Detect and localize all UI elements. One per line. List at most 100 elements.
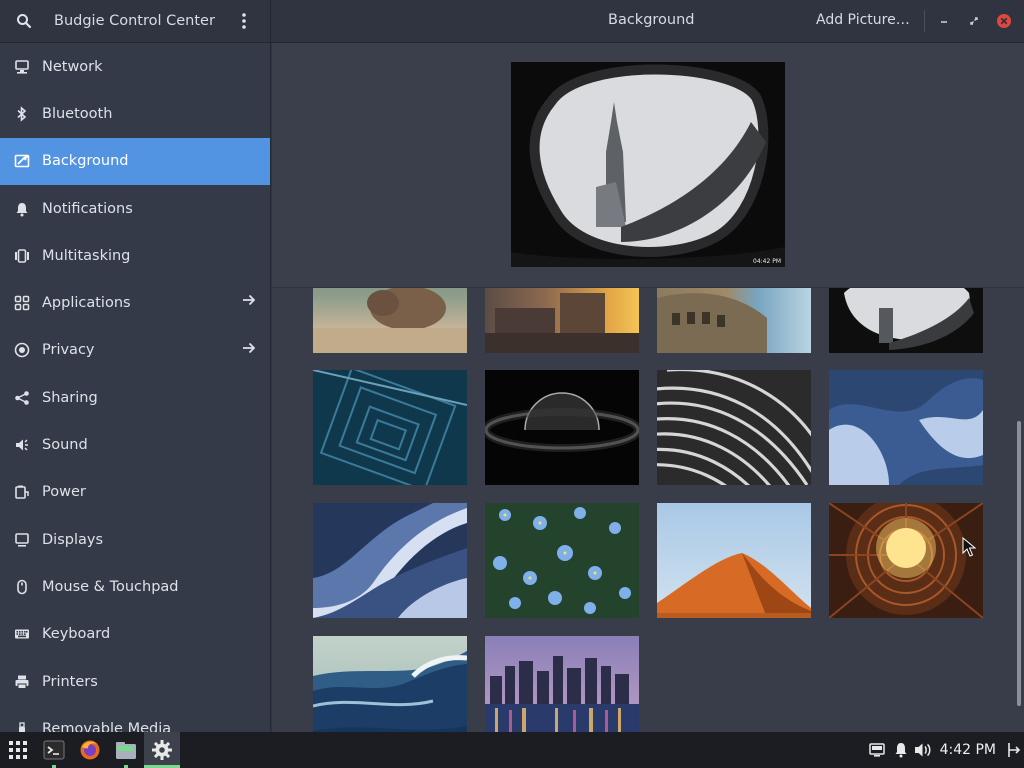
sidebar-item-label: Notifications xyxy=(42,200,133,217)
restore-button[interactable] xyxy=(962,9,986,33)
tray-power[interactable] xyxy=(1004,732,1024,768)
sidebar-item-mouse-touchpad[interactable]: Mouse & Touchpad xyxy=(0,563,270,610)
sidebar-item-label: Network xyxy=(42,58,103,75)
firefox-icon xyxy=(80,740,100,760)
network-icon xyxy=(12,57,32,77)
sidebar-item-label: Background xyxy=(42,153,129,170)
sidebar-item-applications[interactable]: Applications xyxy=(0,279,270,326)
display-icon xyxy=(12,530,32,550)
keyboard-icon xyxy=(12,624,32,644)
kebab-menu-icon xyxy=(242,13,246,29)
tray-notifications[interactable] xyxy=(890,732,912,768)
notification-bell-icon xyxy=(895,743,907,758)
files-icon xyxy=(116,742,136,759)
wallpaper-city-sunset[interactable] xyxy=(485,288,639,353)
app-grid-icon xyxy=(9,741,27,759)
share-icon xyxy=(12,388,32,408)
close-icon xyxy=(997,14,1011,28)
settings-icon xyxy=(152,740,172,760)
wallpaper-blue-flowers[interactable] xyxy=(485,503,639,618)
bell-icon xyxy=(12,199,32,219)
background-icon xyxy=(12,151,32,171)
wallpaper-blue-stairs[interactable] xyxy=(313,370,467,485)
taskbar: 4:42 PM xyxy=(0,732,1024,768)
header-bar: Budgie Control Center Background Add Pic… xyxy=(0,0,1024,43)
terminal-icon xyxy=(43,740,65,760)
preview-clock: 04:42 PM xyxy=(753,258,781,265)
wallpaper-blue-abstract-waves[interactable] xyxy=(829,370,983,485)
sidebar-item-multitasking[interactable]: Multitasking xyxy=(0,232,270,279)
tray-monitor[interactable] xyxy=(864,732,890,768)
minimize-icon xyxy=(941,21,947,23)
search-button[interactable] xyxy=(6,0,42,42)
sidebar-item-printers[interactable]: Printers xyxy=(0,658,270,705)
wallpaper-city-skyline-night[interactable] xyxy=(485,636,639,732)
sidebar-item-sharing[interactable]: Sharing xyxy=(0,374,270,421)
sidebar-item-displays[interactable]: Displays xyxy=(0,516,270,563)
sidebar-item-label: Bluetooth xyxy=(42,105,113,122)
sidebar-item-background[interactable]: Background xyxy=(0,137,270,185)
arrow-right-icon xyxy=(242,293,256,311)
sidebar-item-removable-media[interactable]: Removable Media xyxy=(0,705,270,732)
app-menu-button[interactable] xyxy=(0,732,36,768)
wallpaper-grid xyxy=(272,288,1024,732)
taskbar-settings[interactable] xyxy=(144,732,180,768)
arrow-right-icon xyxy=(242,341,256,359)
wallpaper-orange-dune[interactable] xyxy=(657,503,811,618)
app-title: Budgie Control Center xyxy=(54,13,215,29)
page-title: Background xyxy=(608,12,695,28)
header-separator xyxy=(924,10,925,32)
search-icon xyxy=(17,14,32,29)
usb-icon xyxy=(12,719,32,732)
speaker-icon xyxy=(12,435,32,455)
printer-icon xyxy=(12,672,32,692)
system-tray: 4:42 PM xyxy=(864,732,1024,768)
add-picture-button[interactable]: Add Picture… xyxy=(816,12,910,28)
sidebar-item-label: Mouse & Touchpad xyxy=(42,578,179,595)
scrollbar[interactable] xyxy=(1017,421,1021,706)
sidebar-item-privacy[interactable]: Privacy xyxy=(0,327,270,374)
mouse-cursor-icon xyxy=(962,536,977,561)
tray-volume[interactable] xyxy=(912,732,934,768)
sidebar-item-keyboard[interactable]: Keyboard xyxy=(0,611,270,658)
volume-icon xyxy=(914,743,931,757)
wallpaper-colosseum[interactable] xyxy=(657,288,811,353)
wallpaper-capybara[interactable] xyxy=(313,288,467,353)
sidebar-item-label: Removable Media xyxy=(42,720,172,732)
wallpaper-round-building-sun[interactable] xyxy=(829,503,983,618)
sidebar-item-sound[interactable]: Sound xyxy=(0,421,270,468)
sidebar-item-power[interactable]: Power xyxy=(0,469,270,516)
mouse-icon xyxy=(12,577,32,597)
wallpaper-ocean-wave[interactable] xyxy=(313,636,467,732)
clock[interactable]: 4:42 PM xyxy=(940,742,996,758)
bluetooth-icon xyxy=(12,104,32,124)
wallpaper-curved-building[interactable] xyxy=(657,370,811,485)
restore-icon xyxy=(970,17,978,25)
close-button[interactable] xyxy=(992,9,1016,33)
sidebar-item-label: Displays xyxy=(42,531,104,548)
preview-area: 04:42 PM xyxy=(272,43,1024,288)
wallpaper-tower-arch[interactable] xyxy=(829,288,983,353)
power-icon xyxy=(12,482,32,502)
sidebar-item-label: Applications xyxy=(42,295,131,312)
sidebar-item-label: Printers xyxy=(42,673,98,690)
sidebar: Network Bluetooth Background Notificatio… xyxy=(0,43,271,732)
taskbar-files[interactable] xyxy=(108,732,144,768)
sidebar-item-bluetooth[interactable]: Bluetooth xyxy=(0,90,270,137)
main-menu-button[interactable] xyxy=(226,0,262,42)
sidebar-item-network[interactable]: Network xyxy=(0,43,270,90)
multitasking-icon xyxy=(12,246,32,266)
wallpaper-blue-stripes[interactable] xyxy=(313,503,467,618)
sidebar-item-label: Sharing xyxy=(42,389,98,406)
wallpaper-eclipse-planet[interactable] xyxy=(485,370,639,485)
sidebar-item-label: Multitasking xyxy=(42,247,131,264)
grid-icon xyxy=(12,293,32,313)
taskbar-firefox[interactable] xyxy=(72,732,108,768)
sidebar-item-label: Sound xyxy=(42,437,88,454)
background-panel: 04:42 PM xyxy=(272,43,1024,732)
sidebar-item-label: Privacy xyxy=(42,342,95,359)
sidebar-item-notifications[interactable]: Notifications xyxy=(0,185,270,232)
minimize-button[interactable] xyxy=(932,9,956,33)
taskbar-terminal[interactable] xyxy=(36,732,72,768)
power-icon xyxy=(1008,743,1021,757)
